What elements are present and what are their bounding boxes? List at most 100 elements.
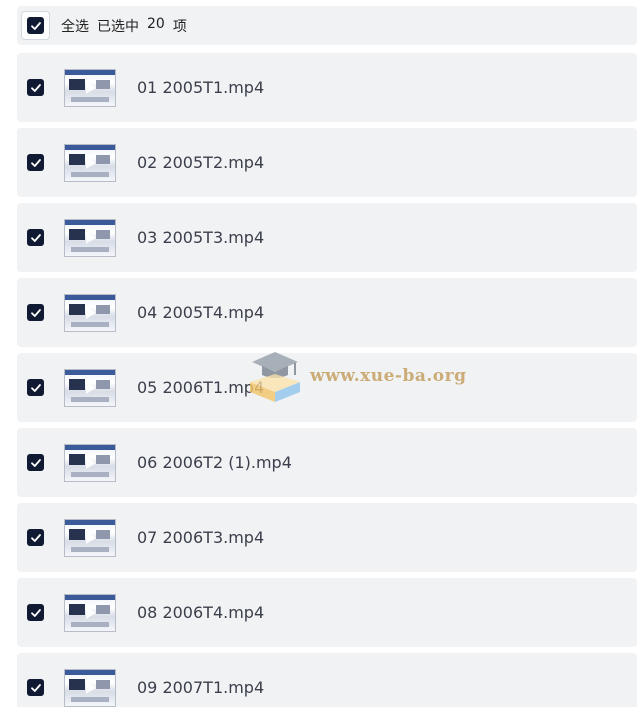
play-icon xyxy=(86,456,96,469)
play-icon xyxy=(86,531,96,544)
selected-count: 20 xyxy=(147,15,165,32)
select-all-checkbox[interactable] xyxy=(21,11,50,40)
selected-suffix: 项 xyxy=(172,18,187,35)
file-selection-list: 全选 已选中 20 项 01 2005T1.mp4 02 2005T2.mp4 … xyxy=(0,0,637,707)
thumbnail-block xyxy=(69,528,85,540)
thumbnail-block xyxy=(96,379,110,389)
checkmark-icon xyxy=(30,83,41,92)
thumbnail-block xyxy=(96,679,110,689)
thumbnail-block xyxy=(71,696,109,702)
checkmark-icon xyxy=(30,608,41,617)
video-thumbnail[interactable] xyxy=(64,668,116,707)
file-name[interactable]: 09 2007T1.mp4 xyxy=(137,678,264,697)
thumbnail-block xyxy=(96,454,110,464)
thumbnail-block xyxy=(71,621,109,627)
video-thumbnail[interactable] xyxy=(64,518,116,557)
selection-summary: 全选 已选中 20 项 xyxy=(61,16,187,36)
thumbnail-block xyxy=(96,79,110,89)
checkbox-checked-box xyxy=(27,17,44,34)
video-thumbnail[interactable] xyxy=(64,293,116,332)
checkmark-icon xyxy=(30,458,41,467)
file-row[interactable]: 04 2005T4.mp4 xyxy=(17,278,637,347)
selected-prefix: 已选中 xyxy=(97,18,139,35)
file-name[interactable]: 04 2005T4.mp4 xyxy=(137,303,264,322)
file-name[interactable]: 01 2005T1.mp4 xyxy=(137,78,264,97)
thumbnail-block xyxy=(96,604,110,614)
thumbnail-titlebar xyxy=(65,144,115,150)
file-checkbox[interactable] xyxy=(27,454,44,471)
thumbnail-titlebar xyxy=(65,519,115,525)
file-row[interactable]: 05 2006T1.mp4 xyxy=(17,353,637,422)
video-thumbnail[interactable] xyxy=(64,368,116,407)
thumbnail-block xyxy=(96,304,110,314)
thumbnail-block xyxy=(96,229,110,239)
thumbnail-block xyxy=(71,396,109,402)
thumbnail-block xyxy=(96,529,110,539)
video-thumbnail[interactable] xyxy=(64,143,116,182)
file-row[interactable]: 03 2005T3.mp4 xyxy=(17,203,637,272)
file-checkbox[interactable] xyxy=(27,154,44,171)
thumbnail-block xyxy=(71,546,109,552)
play-icon xyxy=(86,381,96,394)
file-checkbox[interactable] xyxy=(27,679,44,696)
checkmark-icon xyxy=(30,308,41,317)
file-checkbox[interactable] xyxy=(27,229,44,246)
play-icon xyxy=(86,681,96,694)
file-row[interactable]: 02 2005T2.mp4 xyxy=(17,128,637,197)
thumbnail-titlebar xyxy=(65,69,115,75)
file-name[interactable]: 05 2006T1.mp4 xyxy=(137,378,264,397)
thumbnail-block xyxy=(69,78,85,90)
select-all-label: 全选 xyxy=(61,18,89,35)
thumbnail-block xyxy=(96,154,110,164)
checkmark-icon xyxy=(30,158,41,167)
thumbnail-block xyxy=(69,153,85,165)
thumbnail-block xyxy=(69,453,85,465)
checkmark-icon xyxy=(30,533,41,542)
file-row[interactable]: 07 2006T3.mp4 xyxy=(17,503,637,572)
file-name[interactable]: 08 2006T4.mp4 xyxy=(137,603,264,622)
file-name[interactable]: 06 2006T2 (1).mp4 xyxy=(137,453,292,472)
play-icon xyxy=(86,606,96,619)
video-thumbnail[interactable] xyxy=(64,218,116,257)
thumbnail-block xyxy=(71,471,109,477)
thumbnail-block xyxy=(69,303,85,315)
thumbnail-block xyxy=(71,96,109,102)
file-row[interactable]: 01 2005T1.mp4 xyxy=(17,53,637,122)
file-checkbox[interactable] xyxy=(27,379,44,396)
play-icon xyxy=(86,231,96,244)
thumbnail-titlebar xyxy=(65,219,115,225)
select-all-bar: 全选 已选中 20 项 xyxy=(17,6,637,45)
thumbnail-block xyxy=(69,603,85,615)
play-icon xyxy=(86,81,96,94)
file-name[interactable]: 03 2005T3.mp4 xyxy=(137,228,264,247)
checkmark-icon xyxy=(30,383,41,392)
file-name[interactable]: 07 2006T3.mp4 xyxy=(137,528,264,547)
file-checkbox[interactable] xyxy=(27,79,44,96)
play-icon xyxy=(86,306,96,319)
thumbnail-titlebar xyxy=(65,369,115,375)
checkmark-icon xyxy=(30,683,41,692)
thumbnail-titlebar xyxy=(65,669,115,675)
thumbnail-block xyxy=(69,678,85,690)
checkmark-icon xyxy=(30,21,41,30)
thumbnail-block xyxy=(69,378,85,390)
thumbnail-block xyxy=(69,228,85,240)
file-checkbox[interactable] xyxy=(27,529,44,546)
file-checkbox[interactable] xyxy=(27,604,44,621)
video-thumbnail[interactable] xyxy=(64,68,116,107)
video-thumbnail[interactable] xyxy=(64,593,116,632)
thumbnail-block xyxy=(71,321,109,327)
file-name[interactable]: 02 2005T2.mp4 xyxy=(137,153,264,172)
checkmark-icon xyxy=(30,233,41,242)
thumbnail-block xyxy=(71,246,109,252)
video-thumbnail[interactable] xyxy=(64,443,116,482)
file-row[interactable]: 08 2006T4.mp4 xyxy=(17,578,637,647)
file-row[interactable]: 09 2007T1.mp4 xyxy=(17,653,637,707)
thumbnail-titlebar xyxy=(65,294,115,300)
thumbnail-titlebar xyxy=(65,444,115,450)
thumbnail-titlebar xyxy=(65,594,115,600)
file-row[interactable]: 06 2006T2 (1).mp4 xyxy=(17,428,637,497)
file-checkbox[interactable] xyxy=(27,304,44,321)
thumbnail-block xyxy=(71,171,109,177)
play-icon xyxy=(86,156,96,169)
